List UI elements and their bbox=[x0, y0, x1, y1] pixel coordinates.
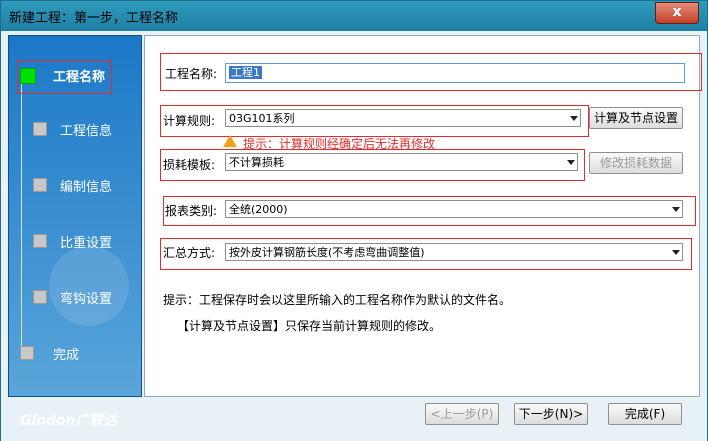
warning-icon bbox=[223, 135, 237, 147]
report-type-select[interactable]: 全统(2000) bbox=[225, 200, 683, 218]
step-hook-settings[interactable]: 弯钩设置 bbox=[9, 288, 129, 308]
calc-rule-label: 计算规则: bbox=[163, 114, 216, 128]
tree-connector bbox=[21, 74, 22, 352]
next-step-button[interactable]: 下一步(N)> bbox=[514, 403, 588, 425]
chevron-down-icon bbox=[565, 156, 575, 168]
chevron-down-icon bbox=[670, 203, 680, 215]
calc-rule-select[interactable]: 03G101系列 bbox=[225, 109, 581, 127]
highlight-step-project-name bbox=[17, 60, 112, 94]
loss-template-label: 损耗模板: bbox=[163, 158, 216, 172]
project-name-label: 工程名称: bbox=[165, 67, 218, 81]
finish-button[interactable]: 完成(F) bbox=[608, 403, 682, 425]
step-icon bbox=[33, 234, 47, 248]
project-name-input[interactable]: 工程1 bbox=[225, 63, 685, 83]
glodon-logo: Glodon广联达 bbox=[20, 413, 118, 429]
step-icon bbox=[33, 122, 47, 136]
step-icon bbox=[33, 290, 47, 304]
wizard-footer: <上一步(P) 下一步(N)> 完成(F) bbox=[144, 399, 698, 439]
step-label: 弯钩设置 bbox=[60, 292, 113, 307]
watermark-logo-icon bbox=[49, 246, 129, 326]
loss-template-value: 不计算损耗 bbox=[229, 156, 284, 169]
form-panel: 工程名称: 工程1 计算规则: 03G101系列 计算及节点设置 提示：计算规则… bbox=[144, 35, 702, 397]
step-icon bbox=[33, 178, 47, 192]
dialog-body: 工程名称 工程信息 编制信息 比重设置 弯钩设置 完成 Glodon广联达 工程… bbox=[1, 31, 707, 441]
new-project-dialog: 新建工程：第一步，工程名称 x 工程名称 工程信息 编制信息 比重设置 弯钩设置… bbox=[0, 0, 708, 441]
step-label: 完成 bbox=[53, 348, 80, 363]
step-project-info[interactable]: 工程信息 bbox=[9, 120, 129, 140]
calc-rule-value: 03G101系列 bbox=[229, 112, 295, 125]
report-type-label: 报表类别: bbox=[165, 204, 218, 218]
close-button[interactable]: x bbox=[655, 2, 699, 24]
chevron-down-icon bbox=[670, 246, 680, 258]
step-compile-info[interactable]: 编制信息 bbox=[9, 176, 129, 196]
loss-template-select[interactable]: 不计算损耗 bbox=[225, 153, 578, 171]
modify-loss-data-button[interactable]: 修改损耗数据 bbox=[589, 152, 683, 174]
chevron-down-icon bbox=[568, 112, 578, 124]
report-type-value: 全统(2000) bbox=[229, 203, 288, 216]
hint-line-1: 提示：工程保存时会以这里所输入的工程名称作为默认的文件名。 bbox=[163, 293, 512, 307]
summary-mode-select[interactable]: 按外皮计算钢筋长度(不考虑弯曲调整值) bbox=[225, 243, 683, 261]
wizard-sidebar: 工程名称 工程信息 编制信息 比重设置 弯钩设置 完成 Glodon广联达 bbox=[8, 35, 142, 429]
step-label: 编制信息 bbox=[60, 180, 113, 195]
step-label: 工程信息 bbox=[60, 124, 113, 139]
summary-mode-label: 汇总方式: bbox=[163, 246, 216, 260]
hint-line-2: 【计算及节点设置】只保存当前计算规则的修改。 bbox=[177, 319, 442, 333]
title-bar: 新建工程：第一步，工程名称 x bbox=[1, 1, 707, 31]
project-name-value: 工程1 bbox=[229, 66, 262, 79]
step-label: 比重设置 bbox=[60, 236, 113, 251]
step-weight-settings[interactable]: 比重设置 bbox=[9, 232, 129, 252]
window-title: 新建工程：第一步，工程名称 bbox=[9, 11, 179, 26]
prev-step-button[interactable]: <上一步(P) bbox=[425, 403, 499, 425]
summary-mode-value: 按外皮计算钢筋长度(不考虑弯曲调整值) bbox=[229, 246, 425, 259]
step-icon bbox=[20, 346, 34, 360]
step-finish[interactable]: 完成 bbox=[9, 344, 129, 364]
calc-node-settings-button[interactable]: 计算及节点设置 bbox=[589, 107, 683, 129]
